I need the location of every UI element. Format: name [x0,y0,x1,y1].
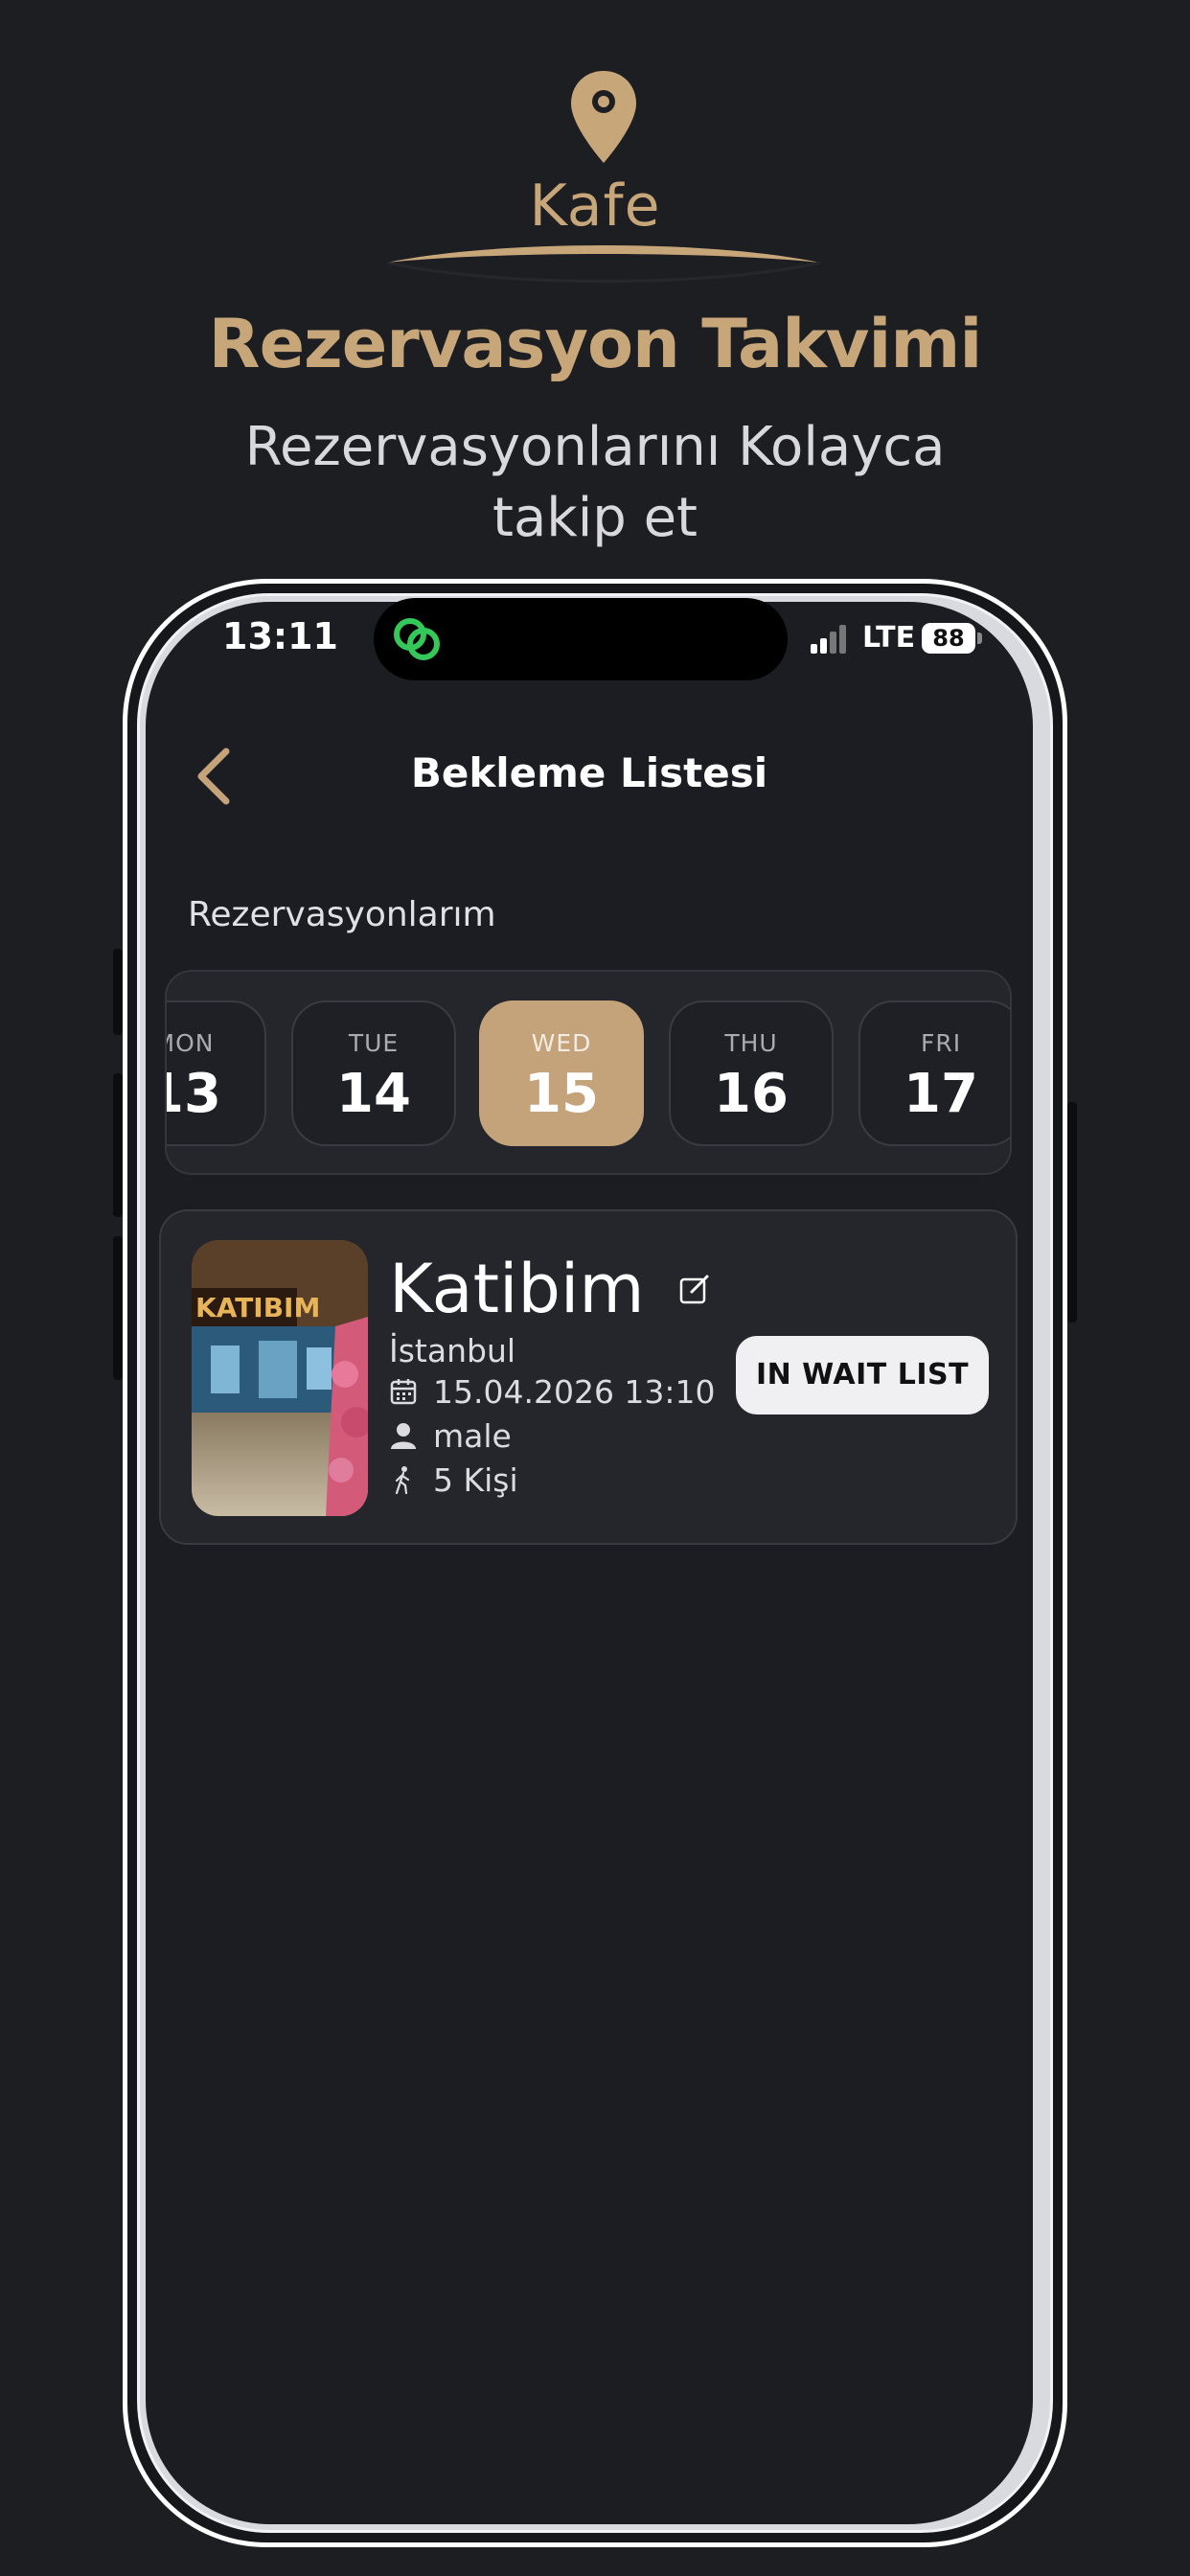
cellular-signal-icon [811,625,846,654]
day-chip-fri[interactable]: FRI 17 [858,1000,1010,1146]
side-button-volume-up [113,1073,123,1217]
day-name: THU [724,1029,778,1057]
reservation-card[interactable]: KATIBIM Katibim İstanbul 15.04.2026 13:1… [159,1209,1018,1545]
reservation-guests: 5 Kişi [433,1460,518,1499]
phone-bezel [137,593,1053,2533]
brand-swoosh [386,245,821,283]
day-number: 16 [714,1063,789,1125]
side-button-volume-down [113,1236,123,1380]
reservation-datetime-row: 15.04.2026 13:10 [389,1372,716,1411]
page-title: Bekleme Listesi [410,749,768,796]
reservation-guests-row: 5 Kişi [389,1460,518,1499]
battery-tip [977,632,982,644]
day-chip-mon[interactable]: MON 13 [167,1000,266,1146]
day-number: 17 [904,1063,978,1125]
walking-person-icon [395,1466,410,1494]
reservation-gender-row: male [389,1416,512,1455]
restaurant-city: İstanbul [389,1332,516,1369]
section-title: Rezervasyonlarım [188,895,496,934]
promo-title: Rezervasyon Takvimi [208,305,983,383]
reservation-gender: male [433,1416,512,1455]
status-time: 13:11 [222,615,338,657]
side-button-power [1067,1102,1077,1322]
reservation-datetime: 15.04.2026 13:10 [433,1372,716,1411]
calendar-icon [390,1379,417,1405]
day-chip-thu[interactable]: THU 16 [669,1000,834,1146]
network-type: LTE [862,621,916,655]
day-number: 15 [524,1063,599,1125]
edit-icon[interactable] [678,1273,711,1305]
promo-subtitle: Rezervasyonlarını Kolayca takip et [244,416,946,549]
day-name: FRI [920,1029,962,1057]
day-number: 13 [167,1063,221,1125]
person-icon [391,1423,416,1449]
back-chevron-icon[interactable] [192,746,238,807]
day-name: TUE [348,1029,400,1057]
day-chip-tue[interactable]: TUE 14 [291,1000,456,1146]
restaurant-photo: KATIBIM [192,1240,368,1516]
brand-name: Kafe [529,172,661,240]
date-selector[interactable]: MON 13 TUE 14 WED 15 THU 16 FRI 17 [165,970,1012,1175]
link-rings-icon [394,618,440,660]
photo-sign-text: KATIBIM [195,1292,320,1323]
phone-frame [123,579,1067,2547]
side-button-silent [113,949,123,1035]
day-number: 14 [336,1063,411,1125]
day-name: MON [167,1029,215,1057]
day-chip-wed[interactable]: WED 15 [479,1000,644,1146]
battery-icon: 88 [922,623,975,654]
wait-list-status-button[interactable]: IN WAIT LIST [736,1336,989,1414]
phone-screen [146,602,1033,2524]
restaurant-name: Katibim [389,1250,645,1328]
location-pin-icon [571,71,636,163]
day-name: WED [531,1029,592,1057]
